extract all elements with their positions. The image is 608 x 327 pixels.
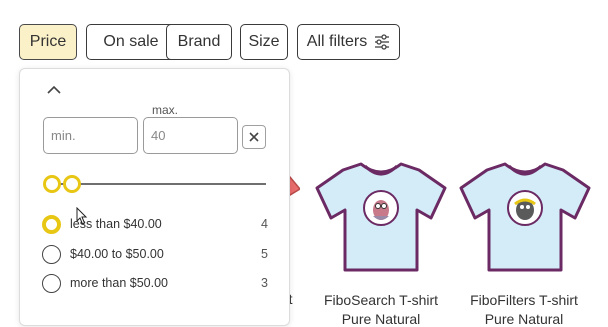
product-title-fibofilters[interactable]: FiboFilters T-shirt Pure Natural (444, 291, 604, 327)
chevron-up-icon[interactable] (46, 83, 62, 95)
radio-button[interactable] (42, 274, 61, 293)
max-price-input[interactable]: 40 (143, 117, 238, 154)
price-option-count: 3 (261, 276, 268, 290)
tshirt-image (315, 162, 447, 272)
brand-filter-button[interactable]: Brand (166, 24, 232, 60)
on-sale-filter-button[interactable]: On sale (86, 24, 176, 60)
mouse-cursor-icon (76, 206, 88, 230)
all-filters-button[interactable]: All filters (297, 24, 400, 60)
product-title-line2: Pure Natural (484, 311, 564, 327)
close-icon[interactable] (242, 125, 266, 149)
size-filter-label: Size (248, 33, 280, 50)
max-price-value: 40 (151, 128, 166, 143)
product-title-fibosearch[interactable]: FiboSearch T-shirt Pure Natural (301, 291, 461, 327)
price-option-more-than-50[interactable]: more than $50.00 3 (42, 274, 268, 294)
price-option-count: 4 (261, 217, 268, 231)
price-option-40-to-50[interactable]: $40.00 to $50.00 5 (42, 245, 268, 265)
price-range-slider-track[interactable] (50, 183, 266, 185)
product-title-line1: FiboSearch T-shirt (323, 292, 439, 308)
price-filter-label: Price (29, 33, 67, 50)
tshirt-image (459, 162, 591, 272)
product-card-fibofilters[interactable] (455, 160, 595, 274)
price-filter-button[interactable]: Price (19, 24, 77, 60)
radio-button[interactable] (42, 215, 61, 234)
price-option-count: 5 (261, 247, 268, 261)
product-title-line2: Pure Natural (341, 311, 421, 327)
price-range-min-handle[interactable] (43, 175, 61, 193)
sliders-icon (374, 34, 390, 50)
brand-filter-label: Brand (177, 33, 221, 50)
max-price-label: max. (150, 103, 181, 117)
all-filters-label: All filters (306, 33, 368, 50)
product-card-fibosearch[interactable] (311, 160, 451, 274)
min-price-placeholder: min. (51, 128, 76, 143)
price-range-max-handle[interactable] (63, 175, 81, 193)
price-filter-dropdown: min. 40 max. less than $40.00 4 $40.00 t… (19, 68, 290, 326)
on-sale-filter-label: On sale (103, 33, 159, 50)
product-title-line1: FiboFilters T-shirt (470, 292, 578, 308)
min-price-input[interactable]: min. (43, 117, 138, 154)
price-option-label: more than $50.00 (70, 276, 168, 290)
size-filter-button[interactable]: Size (240, 24, 288, 60)
radio-button[interactable] (42, 245, 61, 264)
price-option-label: $40.00 to $50.00 (70, 247, 164, 261)
